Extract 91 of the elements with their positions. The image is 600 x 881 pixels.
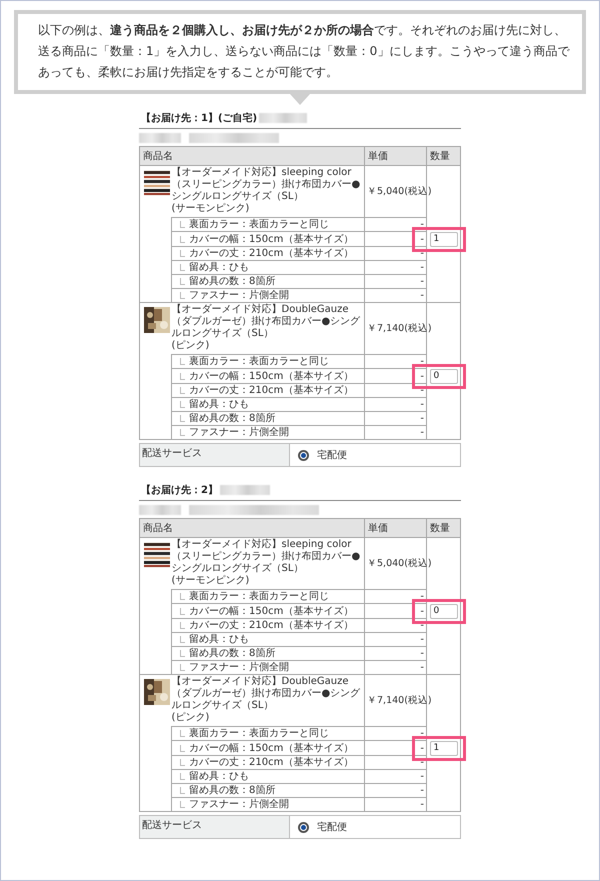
unit-price: ￥5,040(税込) (367, 186, 432, 196)
column-header: 商品名 (140, 146, 364, 166)
branch-icon (180, 608, 185, 614)
quantity-field[interactable]: 1 (430, 232, 458, 246)
option-price: - (420, 785, 424, 796)
option-text: 留め具：ひも (189, 398, 249, 411)
branch-icon (180, 236, 185, 242)
product-name: 【オーダーメイド対応】DoubleGauze（ダブルガーゼ）掛け布団カバー●シングルロングサイズ（SL） (172, 676, 361, 712)
radio-button[interactable] (298, 822, 309, 832)
option-text: 留め具：ひも (189, 770, 249, 783)
option-price: - (420, 620, 424, 631)
option-price: - (420, 234, 424, 245)
column-header: 単価 (364, 146, 426, 166)
column-header: 単価 (364, 518, 426, 538)
destination-heading: 【お届け先：2】 (141, 484, 218, 497)
option-price: - (420, 606, 424, 617)
unit-price: ￥7,140(税込) (367, 694, 432, 706)
branch-icon (180, 221, 185, 228)
option-price: - (420, 427, 424, 438)
shipping-option: 宅配便 (317, 448, 347, 462)
option-text: 留め具：ひも (189, 261, 249, 274)
branch-icon (180, 744, 185, 752)
option-text: 留め具の数：8箇所 (189, 647, 276, 660)
unit-price: ￥5,040(税込) (367, 558, 432, 568)
option-price: - (420, 799, 424, 810)
option-price: - (420, 743, 424, 754)
branch-icon (180, 730, 185, 737)
option-text: 留め具の数：8箇所 (189, 784, 276, 797)
option-text: カバーの幅：150cm（基本サイズ） (189, 742, 354, 754)
option-text: 裏面カラー：表面カラーと同じ (189, 218, 329, 231)
quantity-field[interactable]: 0 (430, 368, 458, 384)
option-price: - (420, 771, 424, 782)
option-text: 留め具の数：8箇所 (189, 412, 276, 425)
option-text: 留め具：ひも (189, 633, 249, 646)
radio-button[interactable] (298, 450, 309, 460)
option-text: カバーの丈：210cm（基本サイズ） (189, 247, 354, 260)
option-text: カバーの幅：150cm（基本サイズ） (189, 370, 354, 382)
option-text: 留め具の数：8箇所 (189, 275, 276, 288)
option-text: 裏面カラー：表面カラーと同じ (189, 355, 329, 368)
blurred-text (259, 113, 308, 123)
option-price: - (420, 591, 424, 602)
option-price: - (420, 219, 424, 230)
product-name: 【オーダーメイド対応】sleeping color（スリーピングカラー）掛け布団カバー●シングルロングサイズ（SL） (172, 167, 361, 203)
option-price: - (420, 662, 424, 673)
option-price: - (420, 413, 424, 424)
column-header: 数量 (426, 146, 460, 166)
option-price: - (420, 648, 424, 659)
column-header: 数量 (426, 518, 460, 538)
quantity-field[interactable]: 0 (430, 604, 458, 618)
callout-text: 以下の例は、違う商品を２個購入し、お届け先が２か所の場合です。それぞれのお届け先に対し、送る商品に「数量：1」を入力し、送らない商品には「数量：0」にします。こうやって違う商品であっても、柔軟にお届け先指定をすることが可能です。 (38, 23, 570, 79)
blurred-text (139, 505, 181, 515)
product-variant: (ピンク) (172, 340, 210, 352)
option-price: - (420, 248, 424, 259)
option-text: カバーの丈：210cm（基本サイズ） (189, 384, 354, 397)
option-price: - (420, 276, 424, 287)
product-variant: (サーモンピンク) (172, 203, 250, 215)
option-text: カバーの幅：150cm（基本サイズ） (189, 604, 354, 618)
option-text: ファスナー：片側全開 (189, 426, 289, 439)
option-price: - (420, 399, 424, 410)
option-text: 裏面カラー：表面カラーと同じ (189, 590, 329, 603)
option-price: - (420, 371, 424, 382)
option-text: ファスナー：片側全開 (189, 661, 289, 674)
product-variant: (ピンク) (172, 712, 210, 724)
option-price: - (420, 634, 424, 645)
destination-heading: 【お届け先：1】(ご自宅) (141, 111, 258, 125)
shipping-option: 宅配便 (317, 820, 347, 834)
option-text: 裏面カラー：表面カラーと同じ (189, 727, 329, 740)
option-price: - (420, 290, 424, 301)
quantity-field[interactable]: 1 (430, 740, 458, 756)
option-text: カバーの幅：150cm（基本サイズ） (189, 232, 354, 246)
option-price: - (420, 757, 424, 768)
blurred-text (220, 485, 270, 495)
option-text: カバーの丈：210cm（基本サイズ） (189, 619, 354, 632)
option-price: - (420, 385, 424, 396)
branch-icon (180, 593, 185, 600)
blurred-text (139, 133, 181, 143)
option-price: - (420, 356, 424, 367)
unit-price: ￥7,140(税込) (367, 322, 432, 334)
option-price: - (420, 728, 424, 739)
branch-icon (180, 372, 185, 380)
shipping-label: 配送サービス (142, 448, 202, 459)
shipping-label: 配送サービス (142, 820, 202, 831)
option-price: - (420, 262, 424, 273)
option-text: カバーの丈：210cm（基本サイズ） (189, 756, 354, 769)
product-name: 【オーダーメイド対応】sleeping color（スリーピングカラー）掛け布団カバー●シングルロングサイズ（SL） (172, 539, 361, 575)
column-header: 商品名 (140, 518, 364, 538)
product-variant: (サーモンピンク) (172, 575, 250, 587)
option-text: ファスナー：片側全開 (189, 289, 289, 302)
branch-icon (180, 358, 185, 365)
option-text: ファスナー：片側全開 (189, 798, 289, 811)
product-name: 【オーダーメイド対応】DoubleGauze（ダブルガーゼ）掛け布団カバー●シングルロングサイズ（SL） (172, 304, 361, 340)
